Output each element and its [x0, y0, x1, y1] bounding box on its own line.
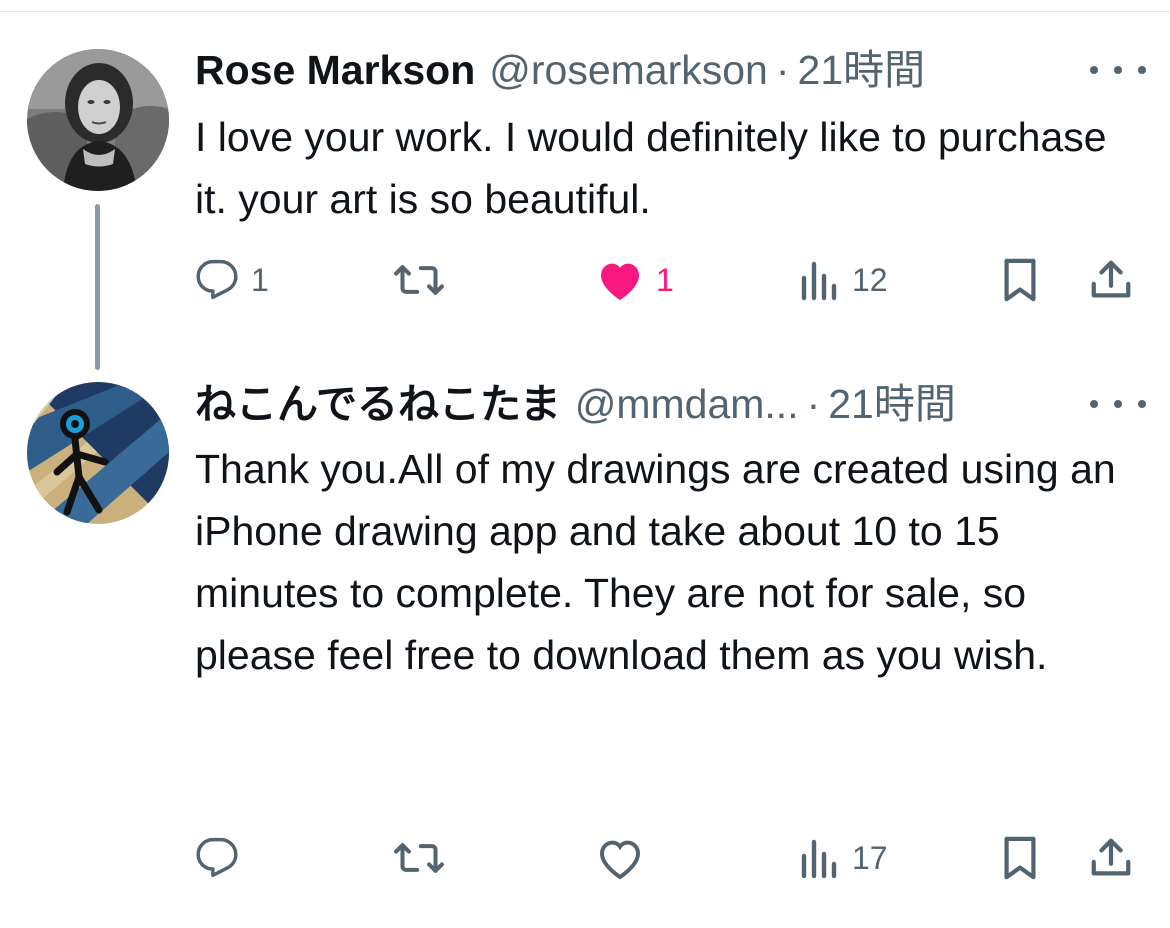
views-icon — [800, 836, 840, 880]
tweet-nekonderu-nekotama[interactable]: ねこんでるねこたま @mmdam... · 21時間 Thank you.All… — [0, 370, 1170, 928]
like-icon — [596, 836, 644, 880]
views-count: 12 — [852, 262, 888, 298]
tweet-text: Thank you.All of my drawings are created… — [195, 446, 1116, 678]
like-icon — [596, 258, 644, 302]
display-name[interactable]: ねこんでるねこたま — [195, 376, 561, 432]
retweet-icon — [393, 836, 445, 880]
tweet-text: I love your work. I would definitely lik… — [195, 114, 1107, 222]
user-handle[interactable]: @mmdam... — [575, 376, 799, 432]
more-icon[interactable] — [1090, 42, 1146, 98]
bookmark-button[interactable] — [1000, 256, 1040, 304]
share-button[interactable] — [1088, 256, 1134, 304]
tweet-header: Rose Markson @rosemarkson · 21時間 — [195, 42, 925, 98]
tweet-header: ねこんでるねこたま @mmdam... · 21時間 — [195, 376, 956, 432]
separator-dot: · — [775, 47, 790, 93]
retweet-button[interactable] — [393, 834, 457, 882]
timestamp[interactable]: 21時間 — [798, 42, 926, 98]
user-handle[interactable]: @rosemarkson — [489, 42, 768, 98]
share-button[interactable] — [1088, 834, 1134, 882]
like-button[interactable]: 1 — [596, 256, 674, 304]
reply-button[interactable] — [195, 834, 251, 882]
thread-line — [95, 204, 100, 370]
share-icon — [1088, 257, 1134, 303]
reply-icon — [195, 836, 239, 880]
tweet-rose-markson[interactable]: Rose Markson @rosemarkson · 21時間 I love … — [0, 0, 1170, 370]
retweet-button[interactable] — [393, 256, 457, 304]
views-count: 17 — [852, 840, 888, 876]
like-button[interactable] — [596, 834, 656, 882]
display-name[interactable]: Rose Markson — [195, 42, 475, 98]
views-icon — [800, 258, 840, 302]
bookmark-icon — [1000, 835, 1040, 881]
bookmark-button[interactable] — [1000, 834, 1040, 882]
timestamp[interactable]: 21時間 — [828, 376, 956, 432]
bookmark-icon — [1000, 257, 1040, 303]
avatar[interactable] — [27, 382, 169, 524]
reply-count: 1 — [251, 262, 269, 298]
like-count: 1 — [656, 262, 674, 298]
retweet-icon — [393, 258, 445, 302]
share-icon — [1088, 835, 1134, 881]
reply-button[interactable]: 1 — [195, 256, 269, 304]
avatar[interactable] — [27, 49, 169, 191]
views-button[interactable]: 17 — [800, 834, 888, 882]
separator-dot: · — [806, 381, 821, 427]
views-button[interactable]: 12 — [800, 256, 888, 304]
reply-icon — [195, 258, 239, 302]
more-icon[interactable] — [1090, 376, 1146, 432]
